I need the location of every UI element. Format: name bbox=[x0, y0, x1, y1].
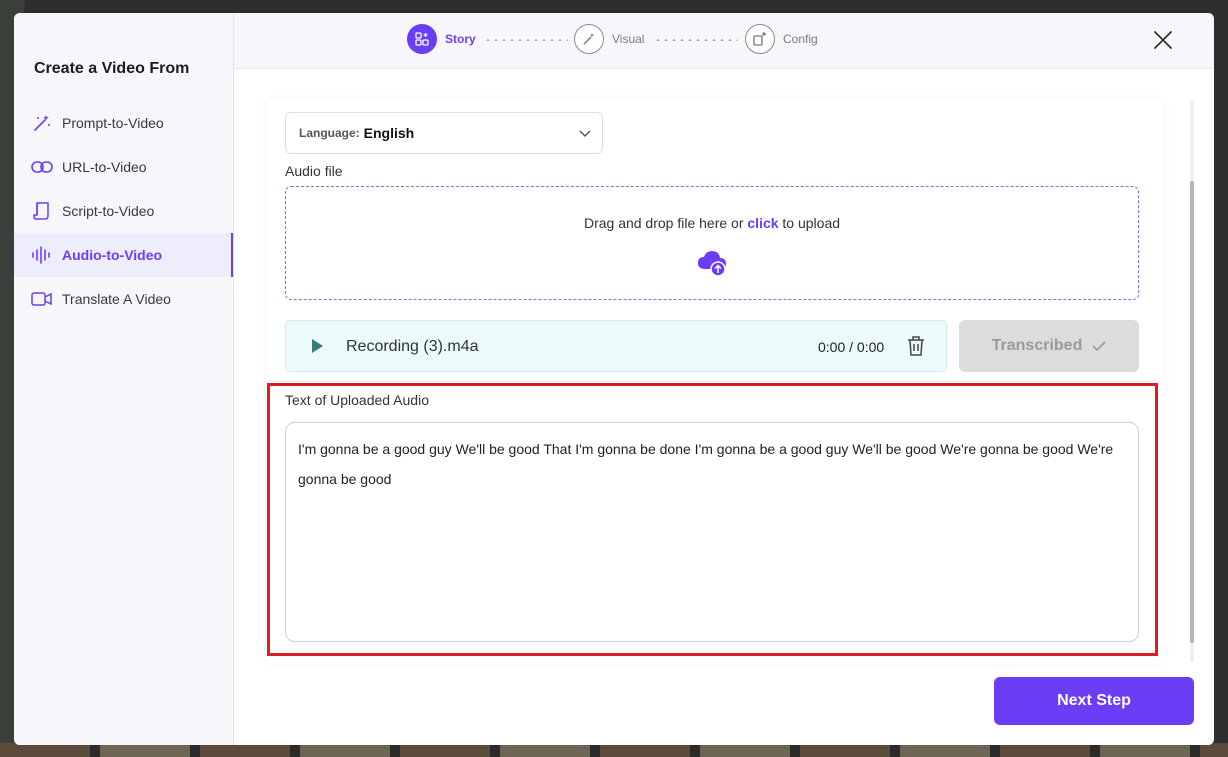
next-step-button[interactable]: Next Step bbox=[994, 677, 1194, 725]
step-connector bbox=[484, 39, 568, 41]
play-icon[interactable] bbox=[310, 338, 324, 354]
create-video-modal: Create a Video From Prompt-to-Video URL-… bbox=[14, 13, 1214, 745]
recording-time: 0:00 / 0:00 bbox=[818, 339, 885, 355]
sidebar-item-audio-to-video[interactable]: Audio-to-Video bbox=[14, 233, 233, 277]
config-icon bbox=[745, 24, 775, 54]
dropzone-text-before: Drag and drop file here or bbox=[583, 215, 748, 231]
scroll-icon bbox=[31, 200, 53, 222]
dropzone-click-link[interactable]: click bbox=[747, 215, 778, 231]
video-camera-icon bbox=[31, 288, 53, 310]
sidebar-item-label: Prompt-to-Video bbox=[62, 115, 164, 131]
sidebar-item-label: Audio-to-Video bbox=[62, 247, 163, 263]
sidebar: Create a Video From Prompt-to-Video URL-… bbox=[14, 13, 234, 745]
magic-wand-icon bbox=[31, 112, 53, 134]
sidebar-item-script-to-video[interactable]: Script-to-Video bbox=[14, 189, 233, 233]
dropzone-text-after: to upload bbox=[778, 215, 841, 231]
story-icon bbox=[407, 24, 437, 54]
sidebar-item-label: Script-to-Video bbox=[62, 203, 155, 219]
transcribed-label: Transcribed bbox=[991, 337, 1083, 354]
audio-file-label: Audio file bbox=[285, 163, 343, 179]
close-button[interactable] bbox=[1152, 29, 1174, 51]
step-connector bbox=[654, 39, 738, 41]
audio-wave-icon bbox=[31, 244, 53, 266]
step-label: Story bbox=[445, 32, 476, 46]
link-icon bbox=[31, 156, 53, 178]
visual-icon bbox=[574, 24, 604, 54]
close-icon bbox=[1154, 31, 1172, 49]
language-value: English bbox=[363, 125, 415, 141]
transcribed-button[interactable]: Transcribed bbox=[959, 320, 1139, 372]
step-config[interactable]: Config bbox=[745, 24, 818, 54]
sidebar-item-url-to-video[interactable]: URL-to-Video bbox=[14, 145, 233, 189]
sidebar-title: Create a Video From bbox=[34, 60, 190, 77]
trash-icon[interactable] bbox=[906, 335, 926, 357]
step-visual[interactable]: Visual bbox=[574, 24, 644, 54]
checkmark-icon bbox=[1092, 341, 1106, 352]
sidebar-item-prompt-to-video[interactable]: Prompt-to-Video bbox=[14, 101, 233, 145]
backdrop-strip bbox=[0, 743, 1228, 757]
sidebar-item-label: Translate A Video bbox=[62, 291, 171, 307]
cloud-upload-icon bbox=[698, 251, 726, 277]
audio-dropzone[interactable]: Drag and drop file here or click to uplo… bbox=[285, 186, 1139, 300]
dropzone-text: Drag and drop file here or click to uplo… bbox=[286, 215, 1138, 231]
step-header: Story Visual Config bbox=[234, 13, 1214, 69]
audio-player: Recording (3).m4a 0:00 / 0:00 bbox=[285, 320, 947, 372]
sidebar-item-translate-a-video[interactable]: Translate A Video bbox=[14, 277, 233, 321]
language-key: Language: bbox=[299, 126, 360, 140]
step-label: Visual bbox=[612, 32, 645, 46]
language-select[interactable]: Language: English bbox=[285, 112, 603, 154]
transcript-label: Text of Uploaded Audio bbox=[285, 392, 429, 408]
step-label: Config bbox=[783, 32, 818, 46]
transcript-textarea[interactable]: I'm gonna be a good guy We'll be good Th… bbox=[285, 422, 1139, 642]
step-story[interactable]: Story bbox=[407, 24, 476, 54]
recording-filename: Recording (3).m4a bbox=[346, 338, 479, 355]
scrollbar-thumb[interactable] bbox=[1190, 181, 1194, 643]
sidebar-item-label: URL-to-Video bbox=[62, 159, 147, 175]
chevron-down-icon bbox=[579, 130, 591, 137]
